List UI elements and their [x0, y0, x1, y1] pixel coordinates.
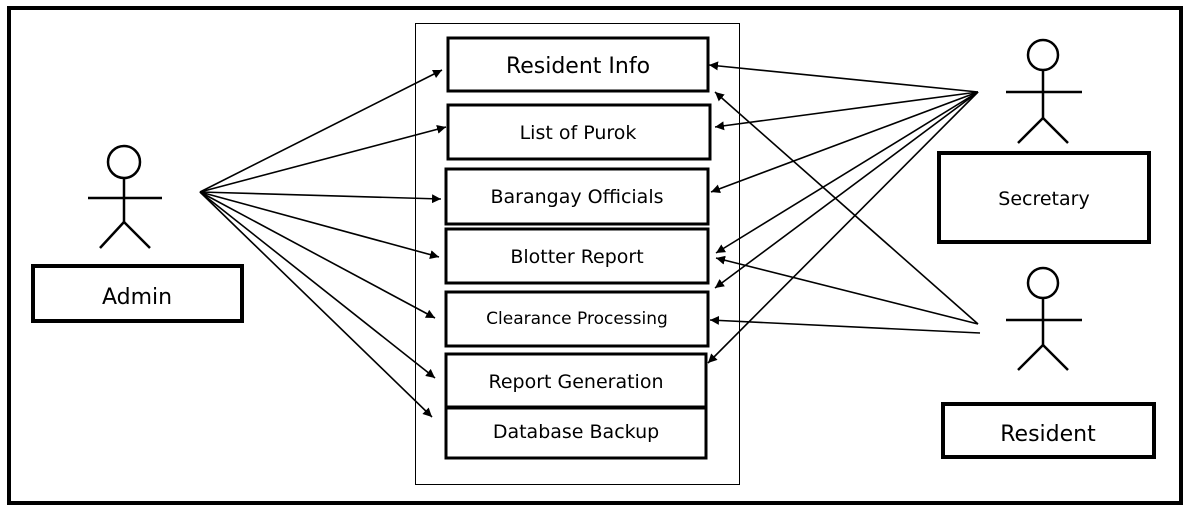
admin-stick-figure-icon: [88, 144, 162, 249]
use-case-database-backup: Database Backup: [444, 406, 708, 460]
arrow-resident-blotter-report: [715, 255, 979, 325]
arrow-resident-clearance-processing: [709, 315, 981, 334]
arrow-secretary-resident-info: [708, 61, 979, 93]
resident-label-box: Resident: [941, 402, 1156, 459]
use-case-clearance-processing: Clearance Processing: [444, 290, 710, 348]
svg-text:List of Purok: List of Purok: [520, 122, 637, 144]
svg-text:Clearance Processing: Clearance Processing: [486, 309, 668, 329]
svg-text:Secretary: Secretary: [998, 188, 1089, 210]
use-case-list-of-purok: List of Purok: [446, 103, 712, 161]
svg-text:Resident Info: Resident Info: [506, 54, 650, 79]
resident-stick-figure-icon: [1006, 266, 1082, 371]
secretary-label-box: Secretary: [937, 151, 1151, 244]
arrow-admin-resident-info: [199, 69, 443, 193]
svg-text:Blotter Report: Blotter Report: [510, 246, 643, 268]
use-case-resident-info: Resident Info: [446, 36, 710, 93]
admin-associations: [199, 69, 447, 418]
svg-text:Resident: Resident: [1000, 422, 1096, 447]
svg-text:Admin: Admin: [102, 285, 172, 310]
use-case-diagram: Resident Info List of Purok Barangay Off…: [7, 6, 1183, 505]
arrow-admin-barangay-officials: [199, 191, 442, 204]
arrow-admin-list-of-purok: [199, 124, 447, 193]
svg-text:Report Generation: Report Generation: [488, 371, 663, 393]
admin-label-box: Admin: [31, 264, 244, 323]
use-case-report-generation: Report Generation: [444, 352, 708, 409]
secretary-stick-figure-icon: [1006, 38, 1082, 144]
svg-text:Database Backup: Database Backup: [493, 421, 659, 443]
arrow-admin-blotter-report: [199, 191, 440, 259]
svg-text:Barangay Officials: Barangay Officials: [490, 186, 663, 208]
use-case-barangay-officials: Barangay Officials: [444, 167, 710, 226]
use-case-blotter-report: Blotter Report: [444, 227, 710, 285]
